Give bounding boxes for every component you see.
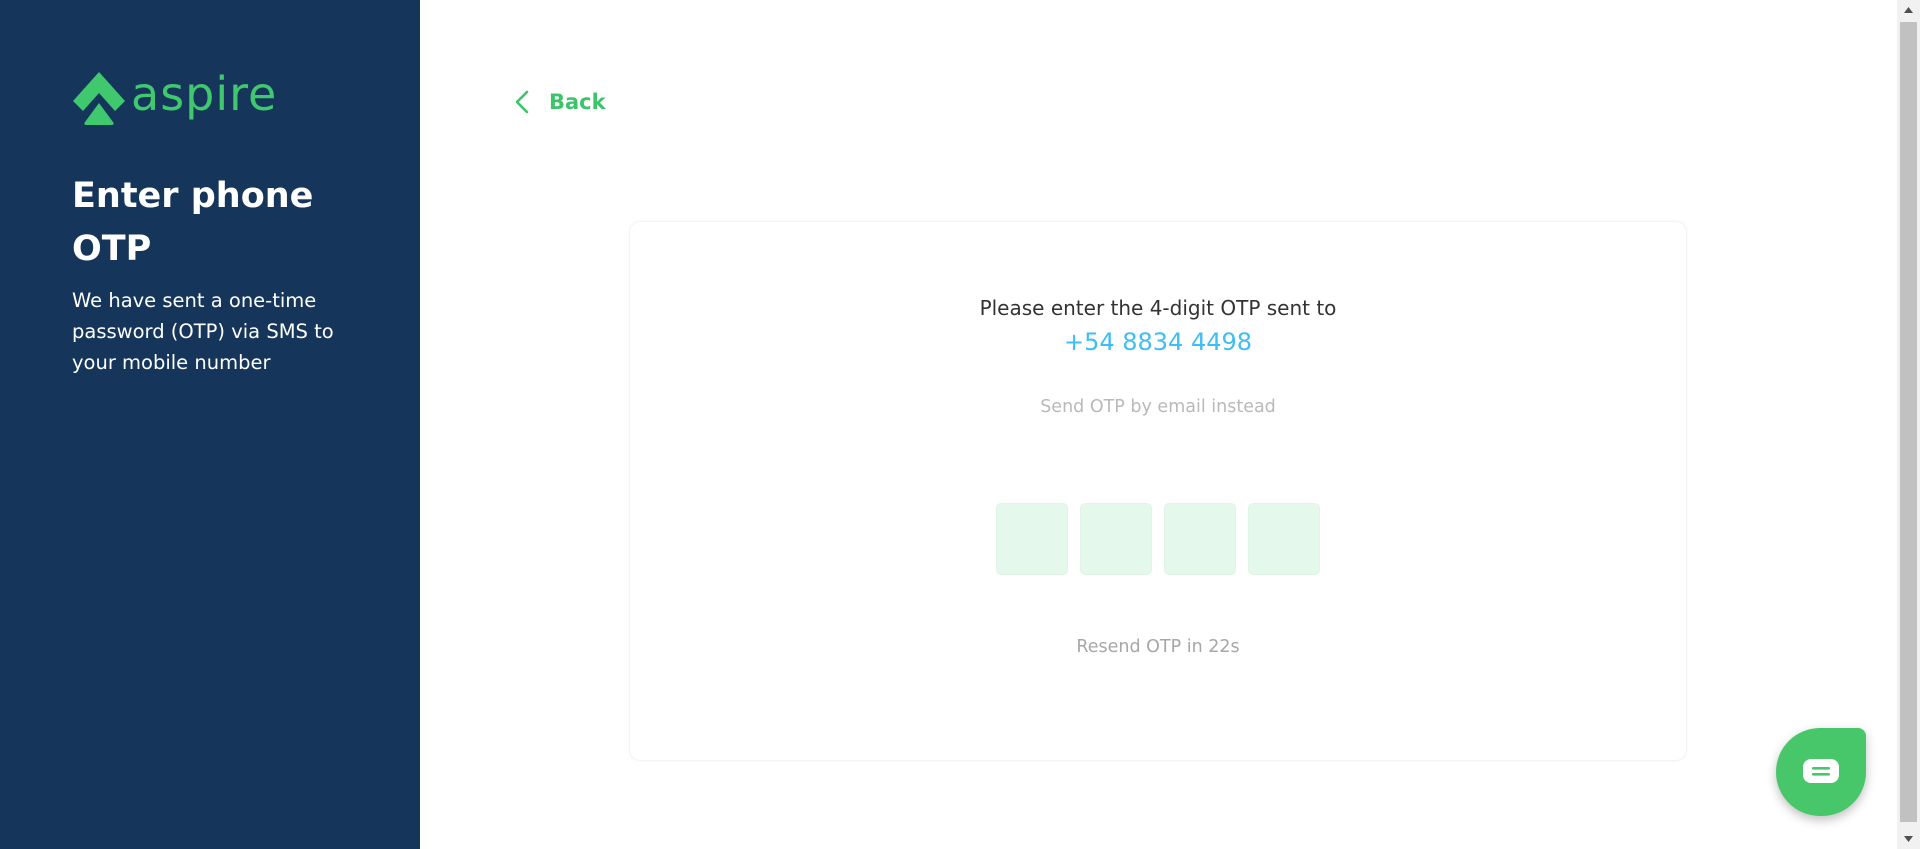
- scroll-down-arrow-icon[interactable]: [1897, 829, 1920, 849]
- aspire-logo: aspire: [71, 70, 277, 126]
- aspire-logo-icon: [73, 72, 125, 125]
- back-label: Back: [549, 90, 606, 114]
- chat-button[interactable]: [1776, 728, 1866, 816]
- left-panel: aspire Enter phone OTP We have sent a on…: [0, 0, 420, 849]
- vertical-scrollbar[interactable]: [1897, 0, 1920, 849]
- scrollbar-thumb[interactable]: [1900, 22, 1917, 822]
- chat-icon: [1803, 759, 1839, 783]
- phone-number: +54 8834 4498: [1063, 328, 1253, 356]
- otp-digit-3[interactable]: [1164, 503, 1236, 575]
- send-otp-by-email-link[interactable]: Send OTP by email instead: [630, 397, 1686, 417]
- back-button[interactable]: Back: [515, 90, 606, 114]
- resend-otp-countdown: Resend OTP in 22s: [1076, 637, 1240, 657]
- otp-input-group: [996, 503, 1320, 575]
- otp-digit-2[interactable]: [1080, 503, 1152, 575]
- aspire-logo-wordmark: aspire: [131, 67, 278, 121]
- page: aspire Enter phone OTP We have sent a on…: [0, 0, 1920, 849]
- otp-digit-1[interactable]: [996, 503, 1068, 575]
- page-description: We have sent a one-time password (OTP) v…: [72, 289, 334, 374]
- otp-card: Please enter the 4-digit OTP sent to +54…: [630, 222, 1686, 760]
- scroll-up-arrow-icon[interactable]: [1897, 0, 1920, 20]
- page-title: Enter phone OTP: [72, 176, 314, 269]
- otp-digit-4[interactable]: [1248, 503, 1320, 575]
- otp-instruction: Please enter the 4-digit OTP sent to: [979, 296, 1337, 320]
- chevron-left-icon: [515, 90, 529, 114]
